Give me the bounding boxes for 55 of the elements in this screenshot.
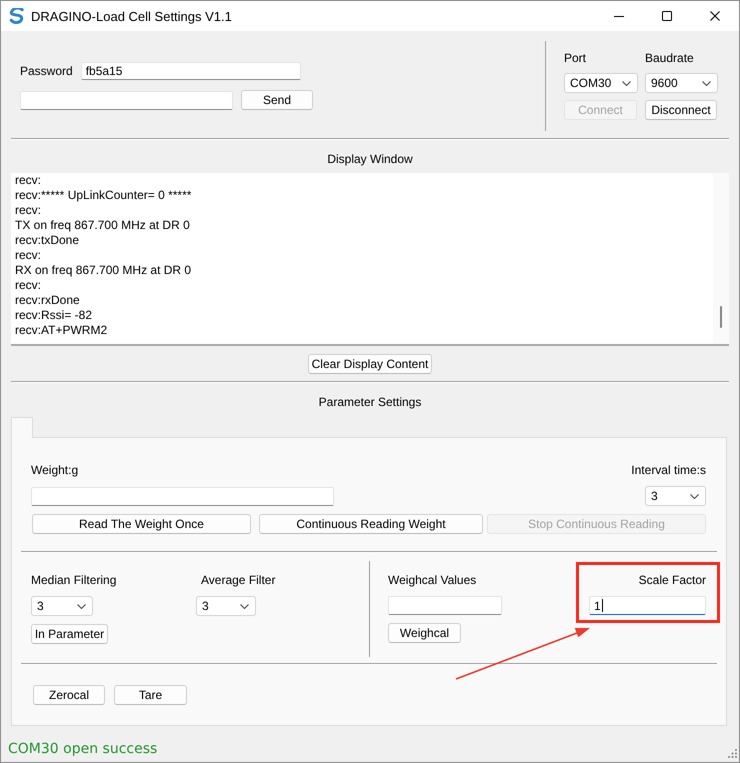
average-filter-label: Average Filter [200, 573, 276, 587]
median-filtering-label: Median Filtering [31, 573, 118, 587]
chevron-down-icon [690, 494, 699, 498]
weighcal-values-label: Weighcal Values [388, 573, 476, 587]
scale-factor-label: Scale Factor [638, 573, 706, 587]
log-line: recv:Rssi= -82 [15, 308, 94, 323]
password-field[interactable]: fb5a15 [80, 62, 301, 80]
baudrate-label: Baudrate [645, 51, 695, 65]
send-button[interactable]: Send [241, 90, 313, 110]
scale-factor-field[interactable]: 1 [589, 596, 706, 615]
chevron-down-icon [702, 80, 711, 86]
log-line: recv:AT+PWRM2 [15, 323, 108, 338]
log-line: recv: [15, 278, 42, 293]
log-line: RX on freq 867.700 MHz at DR 0 [15, 263, 192, 278]
log-line: recv: [15, 203, 42, 218]
interval-select[interactable]: 3 [645, 486, 706, 506]
log-line: recv:***** UpLinkCounter= 0 ***** [15, 188, 192, 203]
in-parameter-button[interactable]: In Parameter [31, 624, 108, 644]
continuous-reading-button[interactable]: Continuous Reading Weight [259, 514, 483, 534]
maximize-icon [662, 11, 672, 21]
section-title: Display Window [327, 152, 413, 166]
status-message: COM30 open success [8, 740, 158, 758]
disconnect-button[interactable]: Disconnect [645, 100, 717, 120]
weighcal-values-field[interactable] [388, 596, 502, 615]
text-cursor-icon [602, 599, 603, 612]
chevron-down-icon [240, 604, 249, 608]
close-icon [710, 11, 720, 21]
baudrate-select[interactable]: 9600 [645, 73, 718, 93]
log-line: recv:rxDone [15, 293, 81, 308]
password-label: Password [20, 64, 73, 78]
tare-button[interactable]: Tare [114, 685, 187, 705]
weight-label: Weight:g [31, 463, 78, 477]
window-title: DRAGINO-Load Cell Settings V1.1 [31, 8, 232, 24]
log-text-area[interactable]: recv: recv:***** UpLinkCounter= 0 ***** recv: TX on freq 867.700 MHz at DR 0 recv:txDone recv: RX on freq 867.700 MHz at DR 0 recv: recv:rxDone recv:Rssi= -82 recv:AT+PWRM2 [11, 173, 729, 346]
zerocal-button[interactable]: Zerocal [33, 685, 105, 705]
resize-grip-icon[interactable] [728, 749, 737, 758]
port-select[interactable]: COM30 [564, 73, 638, 93]
median-filter-select[interactable]: 3 [31, 596, 93, 616]
logo-icon [9, 8, 25, 24]
weighcal-button[interactable]: Weighcal [388, 623, 461, 643]
read-once-button[interactable]: Read The Weight Once [32, 514, 251, 534]
port-label: Port [564, 51, 588, 65]
chevron-down-icon [77, 604, 86, 608]
clear-display-button[interactable]: Clear Display Content [308, 354, 432, 374]
chevron-down-icon [622, 80, 631, 86]
log-line: recv: [15, 248, 42, 263]
log-line: recv:txDone [15, 233, 80, 248]
command-input-field[interactable] [20, 90, 233, 110]
section-title: Parameter Settings [318, 395, 422, 409]
average-filter-select[interactable]: 3 [196, 596, 256, 616]
log-line: recv: [15, 173, 42, 188]
weight-field[interactable] [31, 486, 334, 506]
interval-label: Interval time:s [631, 463, 706, 477]
scrollbar-thumb[interactable] [720, 306, 722, 328]
log-line: TX on freq 867.700 MHz at DR 0 [15, 218, 191, 233]
